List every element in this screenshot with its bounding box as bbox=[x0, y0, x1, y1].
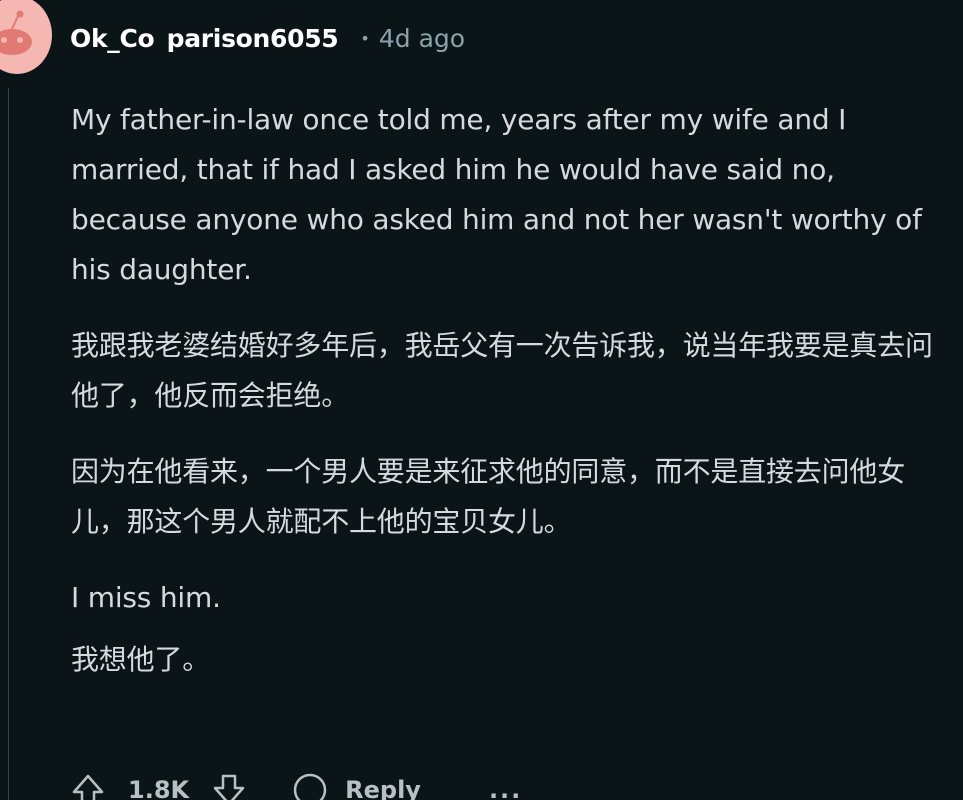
downvote-button[interactable] bbox=[211, 772, 247, 800]
paragraph-miss-him: I miss him. bbox=[71, 581, 221, 614]
snoo-avatar-icon bbox=[0, 10, 32, 55]
upvote-button[interactable] bbox=[70, 772, 106, 800]
comment-actions: 1.8K Reply ... bbox=[70, 770, 522, 800]
timestamp[interactable]: 4d ago bbox=[379, 24, 465, 53]
comment-header: Ok_Co parison6055 • 4d ago bbox=[70, 20, 465, 56]
meta-separator: • bbox=[360, 28, 370, 48]
username-link[interactable]: Ok_Co parison6055 bbox=[70, 24, 339, 53]
vote-count: 1.8K bbox=[128, 776, 190, 800]
comment-bubble-icon bbox=[293, 773, 327, 800]
downvote-arrow-icon bbox=[213, 774, 245, 800]
paragraph-chinese-1: 我跟我老婆结婚好多年后，我岳父有一次告诉我，说当年我要是真去问他了，他反而会拒绝… bbox=[71, 329, 933, 412]
more-options-button[interactable]: ... bbox=[489, 776, 522, 800]
paragraph-miss-him-chinese: 我想他了。 bbox=[71, 643, 211, 676]
comment-body: My father-in-law once told me, years aft… bbox=[71, 95, 951, 685]
upvote-arrow-icon bbox=[72, 774, 104, 800]
thread-line bbox=[8, 88, 9, 800]
paragraph-english: My father-in-law once told me, years aft… bbox=[71, 103, 922, 286]
reply-button[interactable]: Reply bbox=[291, 771, 421, 800]
reply-label: Reply bbox=[345, 776, 421, 800]
avatar[interactable] bbox=[0, 0, 52, 74]
paragraph-chinese-2: 因为在他看来，一个男人要是来征求他的同意，而不是直接去问他女儿，那这个男人就配不… bbox=[71, 455, 906, 538]
